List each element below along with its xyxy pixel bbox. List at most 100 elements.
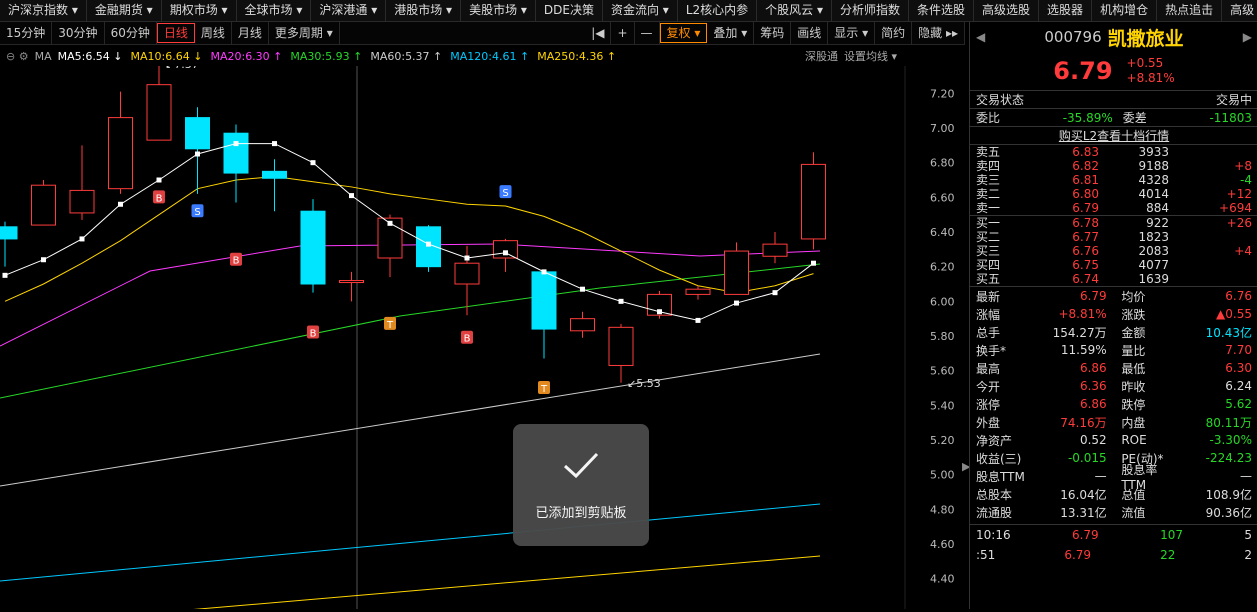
ma5-point bbox=[695, 317, 701, 323]
zoom-out-button[interactable]: — bbox=[635, 22, 660, 44]
nav-item[interactable]: 期权市场 ▾ bbox=[162, 0, 237, 21]
book-label: 买五 bbox=[976, 272, 1001, 286]
ma-long-line bbox=[0, 503, 821, 582]
bid-row[interactable]: 买四 6.75 4077 bbox=[970, 258, 1257, 272]
ask-row[interactable]: 卖二 6.80 4014 +12 bbox=[970, 187, 1257, 201]
y-tick-label: 6.00 bbox=[930, 295, 955, 308]
nav-item[interactable]: 沪深港通 ▾ bbox=[311, 0, 387, 21]
stat-value: 6.86 bbox=[1079, 397, 1107, 411]
wecha-label: 委差 bbox=[1122, 111, 1147, 125]
stat-value: 6.86 bbox=[1079, 361, 1107, 375]
book-vol: 1823 bbox=[1138, 230, 1169, 244]
signal-letter: T bbox=[540, 384, 548, 395]
book-vol: 2083 bbox=[1138, 244, 1169, 258]
nav-item[interactable]: 热点追击 bbox=[1157, 0, 1223, 21]
price-change: +0.55 bbox=[1126, 56, 1164, 70]
period-15min[interactable]: 15分钟 bbox=[0, 22, 53, 44]
ma5-point bbox=[272, 141, 277, 147]
bid-book: 买一 6.78 922 +26 买二 6.77 1823 买三 6.76 2083 +4 买四 6.75… bbox=[970, 215, 1257, 286]
next-stock-icon[interactable]: ▶ bbox=[1243, 30, 1252, 44]
ma5-point bbox=[233, 141, 239, 147]
nav-item[interactable]: 沪深京指数 ▾ bbox=[0, 0, 87, 21]
stat-value: 6.76 bbox=[1225, 289, 1252, 303]
bid-row[interactable]: 买二 6.77 1823 bbox=[970, 230, 1257, 244]
stat-value: 7.70 bbox=[1225, 343, 1252, 357]
nav-item[interactable]: 条件选股 bbox=[909, 0, 975, 21]
ma-item: MA250:4.36 ↑ bbox=[537, 49, 617, 63]
chart-settings-icon[interactable]: ⊖ ⚙ bbox=[6, 50, 29, 63]
l2-upgrade-link[interactable]: 购买L2查看十档行情 bbox=[1059, 127, 1169, 144]
quote-panel: ◀ 000796 凯撒旅业 ▶ 6.79 +0.55 +8.81% 交易状态 交易… bbox=[969, 22, 1257, 609]
nav-item[interactable]: 分析师指数 bbox=[832, 0, 910, 21]
ask-row[interactable]: 卖五 6.83 3933 bbox=[970, 145, 1257, 159]
period-daily[interactable]: 日线 bbox=[156, 23, 195, 43]
book-label: 卖四 bbox=[976, 159, 1001, 173]
more-periods-dropdown[interactable]: 更多周期 ▾ bbox=[269, 22, 340, 44]
book-vol: 922 bbox=[1146, 216, 1169, 230]
period-weekly[interactable]: 周线 bbox=[195, 22, 232, 44]
book-chg: +12 bbox=[1226, 187, 1252, 201]
bid-row[interactable]: 买一 6.78 922 +26 bbox=[970, 216, 1257, 230]
signal-letter: B bbox=[464, 334, 471, 345]
y-tick-label: 6.60 bbox=[930, 191, 955, 204]
current-price: 6.79 bbox=[1053, 57, 1113, 85]
period-30min[interactable]: 30分钟 bbox=[52, 22, 105, 44]
nav-item[interactable]: 高级选股 bbox=[974, 0, 1040, 21]
sgt-label[interactable]: 深股通 bbox=[805, 48, 838, 64]
nav-item[interactable]: 选股器 bbox=[1039, 0, 1093, 21]
nav-item[interactable]: DDE决策 bbox=[536, 0, 603, 21]
period-60min[interactable]: 60分钟 bbox=[105, 22, 157, 44]
nav-item[interactable]: 高级 bbox=[1222, 0, 1257, 21]
overlay-dropdown[interactable]: 叠加 ▾ bbox=[707, 22, 755, 44]
price-marker: ↙5.53 bbox=[627, 377, 661, 390]
zoom-in-button[interactable]: + bbox=[611, 22, 635, 44]
ask-row[interactable]: 卖四 6.82 9188 +8 bbox=[970, 159, 1257, 173]
first-page-button[interactable]: |◀ bbox=[585, 22, 612, 44]
ma5-point bbox=[2, 272, 8, 278]
nav-item[interactable]: 美股市场 ▾ bbox=[461, 0, 536, 21]
ma-item: MA10:6.64 ↓ bbox=[130, 49, 203, 63]
nav-item[interactable]: 资金流向 ▾ bbox=[603, 0, 678, 21]
fuquan-dropdown[interactable]: 复权 ▾ bbox=[659, 23, 708, 43]
nav-item[interactable]: 港股市场 ▾ bbox=[386, 0, 462, 21]
prev-stock-icon[interactable]: ◀ bbox=[976, 30, 985, 44]
display-dropdown[interactable]: 显示 ▾ bbox=[828, 22, 876, 44]
hide-panel-button[interactable]: 隐藏 ▸▸ bbox=[912, 22, 965, 44]
nav-item[interactable]: 全球市场 ▾ bbox=[237, 0, 312, 21]
ma5-point bbox=[387, 220, 393, 226]
book-label: 买二 bbox=[976, 230, 1001, 244]
book-chg bbox=[1169, 145, 1252, 159]
set-ma-dropdown[interactable]: 设置均线 ▾ bbox=[844, 48, 897, 64]
ma-item: MA30:5.93 ↑ bbox=[290, 49, 363, 63]
stat-label: 最高 bbox=[976, 361, 1001, 376]
book-price: 6.75 bbox=[1072, 258, 1099, 272]
kline-chart[interactable]: 7.20 7.00 6.80 6.60 6.40 6.20 6.00 5.80 5.60 5.40… bbox=[0, 58, 965, 612]
nav-item[interactable]: L2核心内参 bbox=[678, 0, 758, 21]
nav-item[interactable]: 个股风云 ▾ bbox=[757, 0, 832, 21]
stat-label: 昨收 bbox=[1121, 379, 1146, 394]
bid-row[interactable]: 买三 6.76 2083 +4 bbox=[970, 244, 1257, 258]
nav-item[interactable]: 机构增仓 bbox=[1092, 0, 1158, 21]
ask-row[interactable]: 卖三 6.81 4328 -4 bbox=[970, 173, 1257, 187]
stat-value: ▲0.55 bbox=[1216, 307, 1252, 321]
ask-row[interactable]: 卖一 6.79 884 +694 bbox=[970, 201, 1257, 215]
stat-label: 总值 bbox=[1121, 487, 1146, 502]
candle-body bbox=[493, 240, 518, 259]
draw-line-button[interactable]: 画线 bbox=[791, 22, 829, 44]
ma-item: MA5:6.54 ↓ bbox=[57, 49, 123, 63]
stat-value: 5.62 bbox=[1225, 397, 1252, 411]
bid-row[interactable]: 买五 6.74 1639 bbox=[970, 272, 1257, 286]
y-tick-label: 4.60 bbox=[930, 538, 955, 551]
stat-row: 总股本 16.04亿 总值 108.9亿 bbox=[970, 485, 1257, 503]
chouma-button[interactable]: 筹码 bbox=[754, 22, 792, 44]
stat-label: 收益(三) bbox=[976, 451, 1022, 466]
candle-body bbox=[685, 288, 711, 295]
stat-value: -0.015 bbox=[1067, 451, 1107, 465]
ma5-point bbox=[772, 290, 778, 296]
stat-label: 最新 bbox=[976, 289, 1001, 304]
simple-mode-button[interactable]: 简约 bbox=[875, 22, 913, 44]
tick-price: 6.79 bbox=[1064, 548, 1092, 562]
period-monthly[interactable]: 月线 bbox=[232, 22, 269, 44]
nav-item[interactable]: 金融期货 ▾ bbox=[87, 0, 162, 21]
kline-svg[interactable]: 7.20 7.00 6.80 6.60 6.40 6.20 6.00 5.80 5.60 5.40… bbox=[0, 58, 965, 612]
